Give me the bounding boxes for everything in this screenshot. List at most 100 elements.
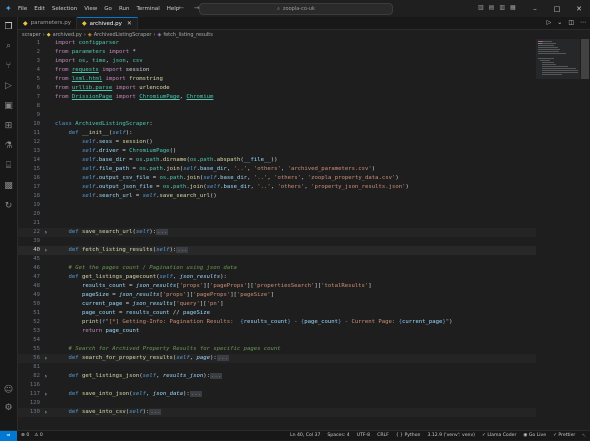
code-line[interactable]: 20 — [18, 210, 536, 219]
breadcrumb-folder[interactable]: scraper — [22, 32, 41, 38]
code-line[interactable]: 51 page_count = results_count // pageSiz… — [18, 309, 536, 318]
minimap[interactable] — [536, 39, 580, 430]
code-line[interactable]: 22 › def save_search_url(self):... — [18, 228, 536, 237]
language-mode[interactable]: { } Python — [396, 433, 421, 439]
prettier-status[interactable]: ✓ Prettier — [553, 433, 575, 439]
code-line[interactable]: 116 — [18, 381, 536, 390]
code-line[interactable]: 56 › def search_for_property_results(self… — [18, 354, 536, 363]
code-line[interactable]: 48 results_count = json_results['props']… — [18, 282, 536, 291]
menu-terminal[interactable]: Terminal — [136, 6, 159, 12]
code-line[interactable]: 50 current_page = json_results['query'][… — [18, 300, 536, 309]
close-tab-icon[interactable]: ✕ — [127, 20, 132, 27]
remote-explorer-icon[interactable]: ▣ — [3, 101, 14, 112]
code-line[interactable]: 5 from lxml.html import fromstring — [18, 75, 536, 84]
llama-coder-status[interactable]: ✓ Llama Coder — [482, 433, 516, 439]
search-view-icon[interactable]: ⌕ — [3, 41, 14, 52]
source-control-icon[interactable]: ⑂ — [3, 61, 14, 72]
remote-indicator-icon[interactable]: ⫤ — [0, 430, 17, 441]
code-line[interactable]: 10 class ArchivedListingScraper: — [18, 120, 536, 129]
notifications-bell-icon[interactable]: ␇ — [582, 433, 586, 439]
code-line[interactable]: 2 from parameters import * — [18, 48, 536, 57]
encoding[interactable]: UTF-8 — [357, 433, 370, 439]
explorer-icon[interactable]: ❐ — [3, 22, 14, 33]
indentation[interactable]: Spaces: 4 — [327, 433, 349, 439]
extensions-icon[interactable]: ⊞ — [3, 121, 14, 132]
code-line[interactable]: 55 # Search for Archived Property Result… — [18, 345, 536, 354]
code-line[interactable]: 21 — [18, 219, 536, 228]
code-line[interactable]: 11 def __init__(self): — [18, 129, 536, 138]
command-center-search[interactable]: ⌕ zoopla-co-uk — [199, 3, 393, 15]
code-line[interactable]: 14 self.base_dir = os.path.dirname(os.pa… — [18, 156, 536, 165]
menu-edit[interactable]: Edit — [34, 6, 45, 12]
breadcrumb-file[interactable]: archived.py — [53, 32, 82, 38]
code-line[interactable]: 15 self.file_path = os.path.join(self.ba… — [18, 165, 536, 174]
menu-file[interactable]: File — [18, 6, 27, 12]
fold-chevron-icon[interactable]: › — [44, 354, 52, 363]
breadcrumb-class[interactable]: ArchivedListingScraper — [94, 32, 152, 38]
code-line[interactable]: 45 — [18, 255, 536, 264]
warnings-indicator[interactable]: ⚠ 0 — [34, 433, 43, 438]
fold-chevron-icon[interactable]: › — [44, 246, 52, 255]
code-line[interactable]: 47 def get_listings_pagecount(self, json… — [18, 273, 536, 282]
code-line[interactable]: 7 from DrissionPage import ChromiumPage, … — [18, 93, 536, 102]
code-line[interactable]: 9 — [18, 111, 536, 120]
code-line[interactable]: 54 — [18, 336, 536, 345]
code-line[interactable]: 81 — [18, 363, 536, 372]
code-line[interactable]: 82 › def get_listings_json(self, results_… — [18, 372, 536, 381]
close-window-icon[interactable]: ✕ — [568, 5, 590, 13]
code-line[interactable]: 12 self.sess = session() — [18, 138, 536, 147]
toggle-primary-sidebar-icon[interactable]: ▥ — [478, 4, 484, 11]
account-icon[interactable]: ☺ — [3, 385, 14, 396]
code-line[interactable]: 1 import configparser — [18, 39, 536, 48]
toggle-panel-icon[interactable]: ▤ — [489, 4, 495, 11]
code-line[interactable]: 16 self.output_csv_file = os.path.join(s… — [18, 174, 536, 183]
breadcrumb-method[interactable]: fetch_listing_results — [163, 32, 213, 38]
fold-chevron-icon[interactable]: › — [44, 372, 52, 381]
fold-chevron-icon[interactable]: › — [44, 408, 52, 417]
tab-parameters-py[interactable]: ◆ parameters.py — [18, 17, 78, 29]
docker-icon[interactable]: ▩ — [3, 181, 14, 192]
code-line[interactable]: 53 return page_count — [18, 327, 536, 336]
settings-gear-icon[interactable]: ⚙ — [3, 403, 14, 414]
python-interpreter[interactable]: 3.12.9 ('venv': venv) — [427, 433, 475, 439]
code-line[interactable]: 129 — [18, 399, 536, 408]
code-line[interactable]: 18 self.search_url = self.save_search_ur… — [18, 192, 536, 201]
code-line[interactable]: 52 print(f"[*] Getting-Info: Pagination … — [18, 318, 536, 327]
minimize-icon[interactable]: – — [524, 5, 546, 13]
code-editor[interactable]: 1 import configparser 2 from parameters imp… — [18, 39, 536, 430]
chevron-down-icon[interactable]: ⌄ — [557, 19, 562, 26]
menu-run[interactable]: Run — [119, 6, 130, 12]
code-line[interactable]: 4 from requests import session — [18, 66, 536, 75]
code-line[interactable]: 6 from urllib.parse import urlencode — [18, 84, 536, 93]
code-line[interactable]: 117 › def save_into_json(self, json_data)… — [18, 390, 536, 399]
cursor-position[interactable]: Ln 40, Col 37 — [290, 433, 320, 439]
customize-layout-icon[interactable]: ▦ — [510, 4, 516, 11]
errors-indicator[interactable]: ⊗ 0 — [21, 433, 29, 438]
code-line[interactable]: 46 # Get the pages count / Pagination us… — [18, 264, 536, 273]
line-ending[interactable]: CRLF — [377, 433, 389, 439]
run-debug-icon[interactable]: ▷ — [3, 81, 14, 92]
more-actions-icon[interactable]: ⋯ — [580, 19, 586, 26]
code-line[interactable]: 19 — [18, 201, 536, 210]
maximize-icon[interactable]: □ — [546, 5, 568, 13]
menu-selection[interactable]: Selection — [52, 6, 77, 12]
tab-archived-py[interactable]: ◆ archived.py ✕ — [77, 17, 138, 29]
split-editor-icon[interactable]: ◫ — [568, 19, 574, 26]
go-live-button[interactable]: ◉ Go Live — [523, 433, 546, 439]
fold-chevron-icon[interactable]: › — [44, 228, 52, 237]
fold-chevron-icon[interactable]: › — [44, 390, 52, 399]
vertical-scrollbar-thumb[interactable] — [581, 39, 589, 79]
testing-icon[interactable]: ⚗ — [3, 141, 14, 152]
code-line[interactable]: 8 — [18, 102, 536, 111]
run-python-file-icon[interactable]: ▷ — [547, 19, 552, 26]
code-line[interactable]: 13 self.driver = ChromiumPage() — [18, 147, 536, 156]
code-line[interactable]: 17 self.output_json_file = os.path.join(… — [18, 183, 536, 192]
code-line[interactable]: 49 pageSize = json_results['props']['pag… — [18, 291, 536, 300]
live-share-icon[interactable]: ↻ — [3, 201, 14, 212]
menu-view[interactable]: View — [84, 6, 97, 12]
code-line[interactable]: 3 import os, time, json, csv — [18, 57, 536, 66]
code-line[interactable]: 130 › def save_into_csv(self):... — [18, 408, 536, 417]
toggle-secondary-sidebar-icon[interactable]: ▥ — [499, 4, 505, 11]
back-arrow-icon[interactable]: ← — [178, 4, 184, 12]
database-icon[interactable]: ⌸ — [3, 161, 14, 172]
